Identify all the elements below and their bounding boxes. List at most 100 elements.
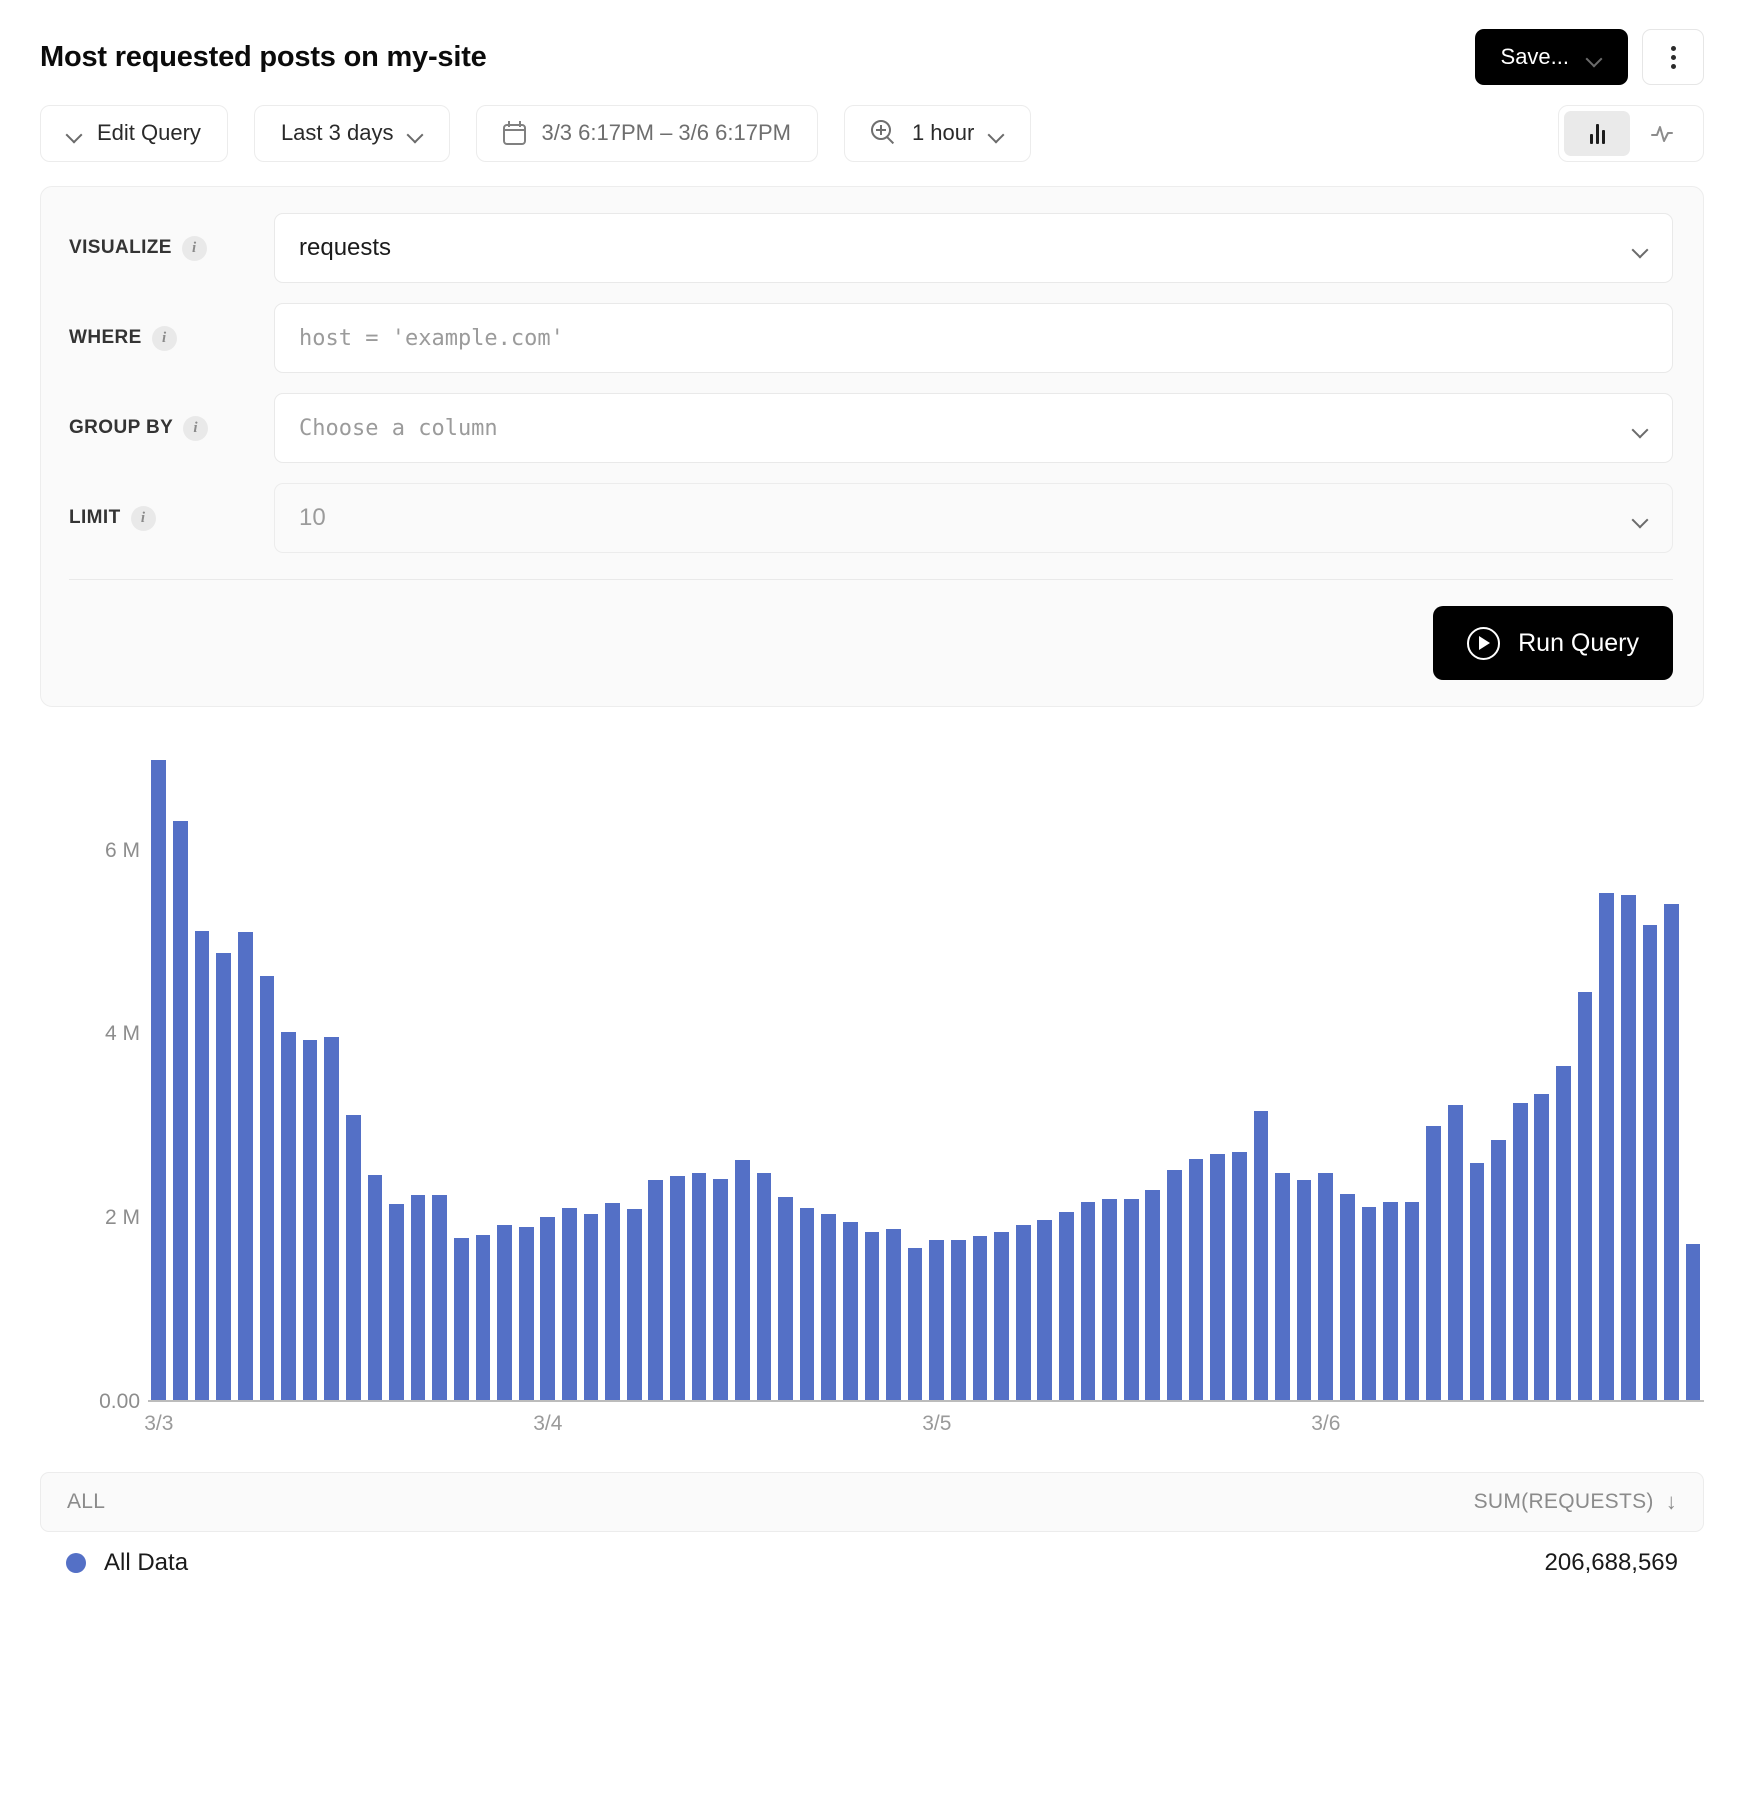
bar-slot[interactable] — [1185, 762, 1207, 1400]
bar[interactable] — [1448, 1105, 1463, 1400]
bar[interactable] — [519, 1227, 534, 1400]
info-icon[interactable]: i — [183, 416, 208, 441]
bar[interactable] — [346, 1115, 361, 1400]
bar[interactable] — [1362, 1207, 1377, 1400]
bar[interactable] — [432, 1195, 447, 1400]
bar[interactable] — [584, 1214, 599, 1400]
bar[interactable] — [865, 1232, 880, 1400]
bar[interactable] — [605, 1203, 620, 1400]
bar[interactable] — [540, 1217, 555, 1400]
bar[interactable] — [411, 1195, 426, 1400]
bar-slot[interactable] — [191, 762, 213, 1400]
bar-slot[interactable] — [645, 762, 667, 1400]
bar-slot[interactable] — [1120, 762, 1142, 1400]
bar-slot[interactable] — [515, 762, 537, 1400]
bar[interactable] — [216, 953, 231, 1400]
bar[interactable] — [281, 1032, 296, 1400]
bar[interactable] — [1059, 1212, 1074, 1400]
bar-slot[interactable] — [278, 762, 300, 1400]
bar[interactable] — [1405, 1202, 1420, 1400]
bar-slot[interactable] — [342, 762, 364, 1400]
bar[interactable] — [1210, 1154, 1225, 1400]
bar-slot[interactable] — [1358, 762, 1380, 1400]
bar[interactable] — [1318, 1173, 1333, 1400]
bar-slot[interactable] — [602, 762, 624, 1400]
bar[interactable] — [627, 1209, 642, 1400]
bar[interactable] — [757, 1173, 772, 1400]
bar[interactable] — [1470, 1163, 1485, 1400]
bar[interactable] — [260, 976, 275, 1400]
bar-slot[interactable] — [667, 762, 689, 1400]
bar-slot[interactable] — [1445, 762, 1467, 1400]
bar-slot[interactable] — [1228, 762, 1250, 1400]
bar[interactable] — [1167, 1170, 1182, 1400]
bar-slot[interactable] — [1531, 762, 1553, 1400]
bar-chart-toggle[interactable] — [1564, 111, 1630, 156]
bar-slot[interactable] — [1661, 762, 1683, 1400]
info-icon[interactable]: i — [182, 236, 207, 261]
bar-slot[interactable] — [1337, 762, 1359, 1400]
bar[interactable] — [1383, 1202, 1398, 1400]
bar-slot[interactable] — [386, 762, 408, 1400]
bar-chart-plot[interactable] — [148, 762, 1704, 1402]
bar[interactable] — [692, 1173, 707, 1400]
bar-slot[interactable] — [796, 762, 818, 1400]
bar[interactable] — [1578, 992, 1593, 1400]
info-icon[interactable]: i — [152, 326, 177, 351]
bar-slot[interactable] — [1077, 762, 1099, 1400]
bar-slot[interactable] — [1617, 762, 1639, 1400]
bar[interactable] — [1124, 1199, 1139, 1400]
bar-slot[interactable] — [1574, 762, 1596, 1400]
edit-query-button[interactable]: Edit Query — [40, 105, 228, 162]
bar[interactable] — [1534, 1094, 1549, 1400]
legend-col-right-group[interactable]: SUM(REQUESTS) ↓ — [1474, 1489, 1677, 1515]
bar[interactable] — [497, 1225, 512, 1400]
bar[interactable] — [173, 821, 188, 1400]
bar-slot[interactable] — [623, 762, 645, 1400]
bar[interactable] — [1621, 895, 1636, 1400]
bar-slot[interactable] — [1380, 762, 1402, 1400]
bar-slot[interactable] — [1423, 762, 1445, 1400]
bar-slot[interactable] — [731, 762, 753, 1400]
bar-slot[interactable] — [991, 762, 1013, 1400]
bar-slot[interactable] — [1207, 762, 1229, 1400]
bar[interactable] — [476, 1235, 491, 1400]
bar-slot[interactable] — [753, 762, 775, 1400]
bar[interactable] — [648, 1180, 663, 1400]
bar-slot[interactable] — [1682, 762, 1704, 1400]
bar-slot[interactable] — [170, 762, 192, 1400]
bar-slot[interactable] — [256, 762, 278, 1400]
bar[interactable] — [821, 1214, 836, 1400]
group-by-select[interactable]: Choose a column — [274, 393, 1673, 463]
bar[interactable] — [1081, 1202, 1096, 1400]
bar[interactable] — [735, 1160, 750, 1400]
bar-slot[interactable] — [494, 762, 516, 1400]
bar[interactable] — [1102, 1199, 1117, 1400]
bar[interactable] — [1189, 1159, 1204, 1400]
where-input[interactable]: host = 'example.com' — [274, 303, 1673, 373]
bar[interactable] — [670, 1176, 685, 1400]
bar-slot[interactable] — [429, 762, 451, 1400]
bar[interactable] — [389, 1204, 404, 1400]
bar[interactable] — [713, 1179, 728, 1400]
bar[interactable] — [1556, 1066, 1571, 1400]
bar-slot[interactable] — [1553, 762, 1575, 1400]
bar-slot[interactable] — [1596, 762, 1618, 1400]
bar-slot[interactable] — [1142, 762, 1164, 1400]
bar[interactable] — [886, 1229, 901, 1400]
bar-slot[interactable] — [1509, 762, 1531, 1400]
bar-slot[interactable] — [1250, 762, 1272, 1400]
limit-select[interactable]: 10 — [274, 483, 1673, 553]
bar-slot[interactable] — [688, 762, 710, 1400]
bar[interactable] — [1275, 1173, 1290, 1400]
bar[interactable] — [1513, 1103, 1528, 1400]
granularity-select[interactable]: 1 hour — [844, 105, 1031, 162]
bar-slot[interactable] — [1401, 762, 1423, 1400]
bar[interactable] — [195, 931, 210, 1400]
bar-slot[interactable] — [1315, 762, 1337, 1400]
bar-slot[interactable] — [904, 762, 926, 1400]
time-range-select[interactable]: Last 3 days — [254, 105, 451, 162]
bar-slot[interactable] — [1272, 762, 1294, 1400]
bar[interactable] — [929, 1240, 944, 1400]
bar-slot[interactable] — [299, 762, 321, 1400]
